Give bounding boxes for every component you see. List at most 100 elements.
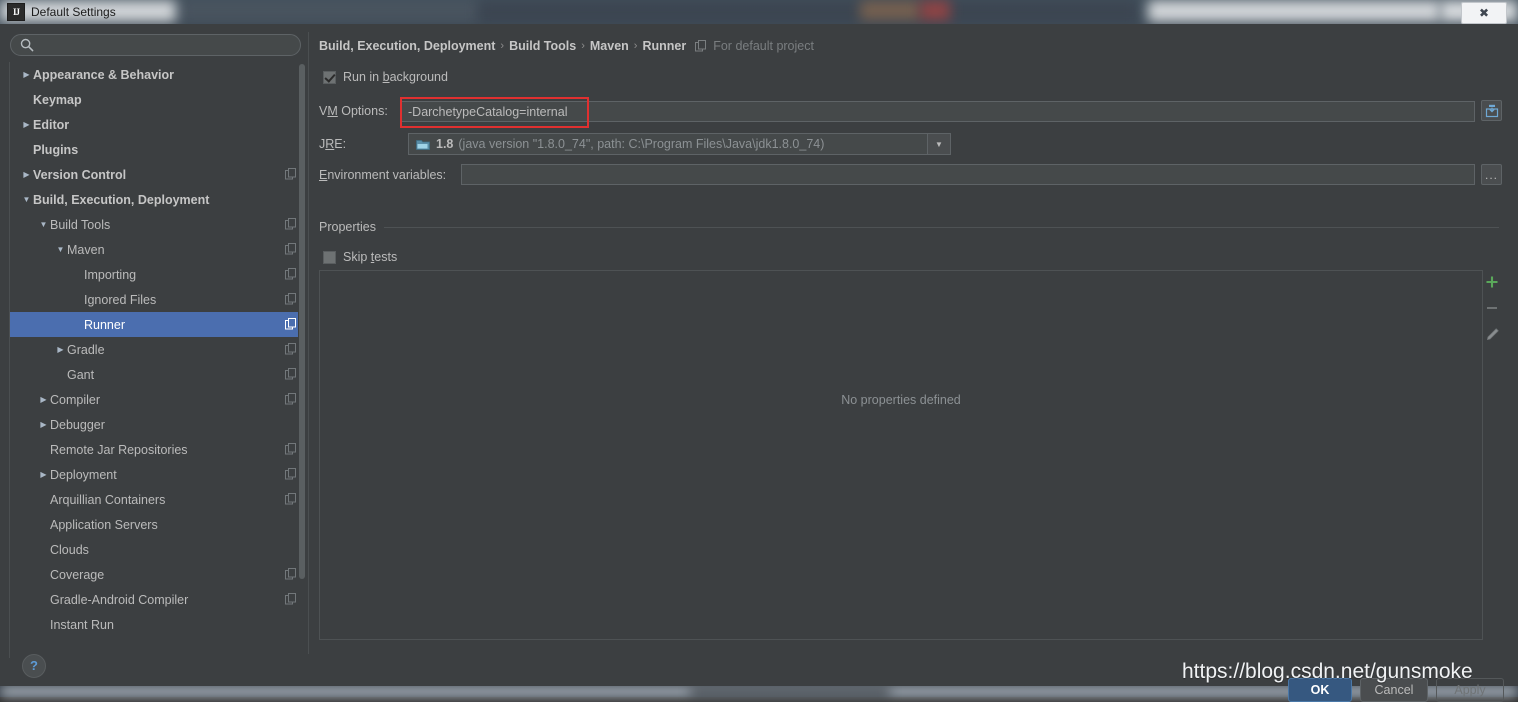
sidebar-item-appearance-behavior[interactable]: ▶ Appearance & Behavior [10, 62, 303, 87]
sidebar-item-label: Arquillian Containers [50, 492, 166, 507]
chevron-down-icon[interactable]: ▼ [927, 134, 950, 154]
chevron-down-icon[interactable]: ▼ [20, 195, 33, 204]
copy-icon [285, 468, 296, 480]
sidebar-item-label: Gradle-Android Compiler [50, 592, 189, 607]
sidebar-item-label: Remote Jar Repositories [50, 442, 188, 457]
sidebar-item-runner[interactable]: Runner [10, 312, 303, 337]
breadcrumb-item[interactable]: Runner [642, 39, 686, 53]
vm-options-input[interactable] [401, 101, 1475, 122]
search-box[interactable] [10, 34, 301, 56]
edit-property-button[interactable] [1483, 325, 1501, 343]
sidebar-item-gradle[interactable]: ▶ Gradle [10, 337, 303, 362]
sidebar-item-version-control[interactable]: ▶ Version Control [10, 162, 303, 187]
breadcrumb-item[interactable]: Maven [590, 39, 629, 53]
properties-toolbar [1481, 270, 1503, 641]
sidebar-item-maven[interactable]: ▼ Maven [10, 237, 303, 262]
run-in-background-checkbox[interactable] [323, 70, 336, 84]
sidebar-item-label: Debugger [50, 417, 105, 432]
sidebar-item-compiler[interactable]: ▶ Compiler [10, 387, 303, 412]
breadcrumb: Build, Execution, Deployment › Build Too… [319, 39, 814, 53]
settings-dialog: ▶ Appearance & Behavior Keymap ▶ Editor Plugi… [0, 24, 1518, 702]
sidebar-item-clouds[interactable]: Clouds [10, 537, 303, 562]
chevron-right-icon[interactable]: ▶ [20, 120, 33, 129]
chevron-right-icon[interactable]: ▶ [20, 70, 33, 79]
sidebar-item-coverage[interactable]: Coverage [10, 562, 303, 587]
sidebar-scrollbar-thumb[interactable] [299, 64, 305, 579]
sidebar-item-importing[interactable]: Importing [10, 262, 303, 287]
pencil-icon [1486, 327, 1499, 340]
skip-tests-checkbox[interactable] [323, 250, 336, 264]
properties-empty-message: No properties defined [841, 393, 961, 407]
sidebar-item-label: Deployment [50, 467, 117, 482]
sidebar-item-label: Keymap [33, 92, 82, 107]
sidebar-item-ignored-files[interactable]: Ignored Files [10, 287, 303, 312]
jre-combobox[interactable]: 1.8 (java version "1.8.0_74", path: C:\P… [408, 133, 951, 155]
sidebar-item-plugins[interactable]: Plugins [10, 137, 303, 162]
copy-icon [285, 343, 296, 355]
environment-variables-input[interactable] [461, 164, 1475, 185]
properties-section-header: Properties [319, 220, 1499, 234]
chevron-down-icon[interactable]: ▼ [37, 220, 50, 229]
sidebar-item-build-tools[interactable]: ▼ Build Tools [10, 212, 303, 237]
sidebar-scrollbar[interactable] [298, 64, 305, 654]
environment-variables-label: Environment variables: [319, 168, 447, 182]
sidebar-item-label: Build, Execution, Deployment [33, 192, 210, 207]
sidebar-item-gant[interactable]: Gant [10, 362, 303, 387]
sidebar-item-application-servers[interactable]: Application Servers [10, 512, 303, 537]
breadcrumb-separator: › [581, 40, 585, 52]
breadcrumb-item[interactable]: Build, Execution, Deployment [319, 39, 495, 53]
remove-property-button[interactable] [1483, 299, 1501, 317]
sidebar-item-label: Importing [84, 267, 137, 282]
sidebar-item-debugger[interactable]: ▶ Debugger [10, 412, 303, 437]
expand-insert-icon [1485, 104, 1498, 117]
vm-options-label: VM Options: [319, 104, 388, 118]
sidebar-item-instant-run[interactable]: Instant Run [10, 612, 303, 637]
section-divider [383, 226, 1499, 228]
help-button[interactable]: ? [22, 654, 46, 678]
copy-icon [285, 493, 296, 505]
sidebar-item-label: Compiler [50, 392, 101, 407]
properties-table[interactable]: No properties defined [319, 270, 1483, 640]
sidebar-item-label: Build Tools [50, 217, 111, 232]
chevron-right-icon[interactable]: ▶ [37, 395, 50, 404]
breadcrumb-item[interactable]: Build Tools [509, 39, 576, 53]
watermark-text: https://blog.csdn.net/gunsmoke [1182, 660, 1473, 683]
sidebar-item-arquillian-containers[interactable]: Arquillian Containers [10, 487, 303, 512]
sidebar-item-label: Runner [84, 317, 125, 332]
sidebar-item-editor[interactable]: ▶ Editor [10, 112, 303, 137]
vm-options-expand-button[interactable] [1481, 100, 1502, 121]
copy-icon [285, 593, 296, 605]
chevron-down-icon[interactable]: ▼ [54, 245, 67, 254]
chevron-right-icon[interactable]: ▶ [37, 470, 50, 479]
chevron-right-icon[interactable]: ▶ [37, 420, 50, 429]
sidebar-item-label: Application Servers [50, 517, 158, 532]
sidebar-item-deployment[interactable]: ▶ Deployment [10, 462, 303, 487]
chevron-right-icon[interactable]: ▶ [54, 345, 67, 354]
add-property-button[interactable] [1483, 273, 1501, 291]
window-titlebar: IJ Default Settings ✖ [0, 0, 1518, 24]
environment-variables-browse-button[interactable]: ... [1481, 164, 1502, 185]
jre-detail: (java version "1.8.0_74", path: C:\Progr… [458, 137, 825, 151]
chevron-right-icon[interactable]: ▶ [20, 170, 33, 179]
sidebar-item-label: Appearance & Behavior [33, 67, 175, 82]
copy-icon [285, 243, 296, 255]
sidebar-item-build-execution-deployment[interactable]: ▼ Build, Execution, Deployment [10, 187, 303, 212]
sidebar-item-keymap[interactable]: Keymap [10, 87, 303, 112]
search-input[interactable] [10, 34, 301, 56]
minus-icon [1487, 307, 1497, 309]
sidebar-item-label: Clouds [50, 542, 89, 557]
copy-icon [285, 443, 296, 455]
search-icon [20, 38, 34, 52]
sidebar-item-gradle-android-compiler[interactable]: Gradle-Android Compiler [10, 587, 303, 612]
skip-tests-row[interactable]: Skip tests [323, 250, 397, 264]
close-icon[interactable]: ✖ [1461, 2, 1507, 24]
settings-tree[interactable]: ▶ Appearance & Behavior Keymap ▶ Editor Plugi… [9, 62, 303, 658]
copy-icon [285, 293, 296, 305]
copy-icon [695, 40, 707, 52]
copy-icon [285, 568, 296, 580]
sidebar-item-remote-jar-repositories[interactable]: Remote Jar Repositories [10, 437, 303, 462]
sidebar-item-label: Maven [67, 242, 105, 257]
run-in-background-row[interactable]: Run in background [323, 70, 448, 84]
window-title: Default Settings [31, 5, 116, 19]
sidebar-item-label: Coverage [50, 567, 105, 582]
